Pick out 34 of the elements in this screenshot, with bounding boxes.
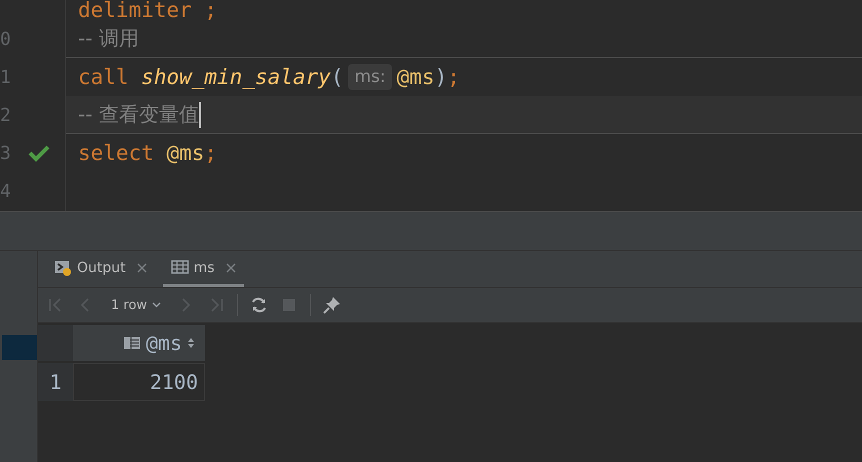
table-icon [170,259,189,276]
column-icon [122,335,141,351]
chevron-down-icon [152,302,162,308]
column-header[interactable]: @ms [73,325,205,361]
close-icon[interactable] [226,262,236,272]
code-token: delimiter ; [78,0,218,22]
code-token: ) [434,65,448,89]
code-token: select [78,141,154,165]
code-comment: -- 调用 [78,25,139,52]
console-icon [54,259,72,276]
code-comment: -- 查看变量值 [78,101,199,128]
code-token: @ms [396,65,435,89]
code-token: ( [330,65,344,89]
code-token: @ms [166,141,204,165]
row-number: 1 [38,363,73,401]
code-token: show_min_salary [141,65,331,89]
panel-row[interactable] [0,335,37,360]
line-number: 4 [0,180,10,202]
text-caret [198,102,201,128]
refresh-icon[interactable] [250,296,268,314]
line-number: 1 [0,66,10,88]
parameter-hint: ms: [348,64,392,90]
code-token: ; [447,65,460,89]
line-number: 0 [0,28,10,50]
page-size-dropdown[interactable]: 1 row [107,298,166,312]
line-number: 3 [0,142,10,164]
result-tab[interactable]: Output [54,251,155,287]
pin-icon[interactable] [323,296,342,314]
table-cell: 2100 [73,363,205,401]
line-number: 2 [0,104,10,126]
code-token: call [78,65,129,89]
code-token: ; [204,141,218,165]
sort-icon[interactable] [187,337,195,349]
close-icon[interactable] [136,262,147,272]
